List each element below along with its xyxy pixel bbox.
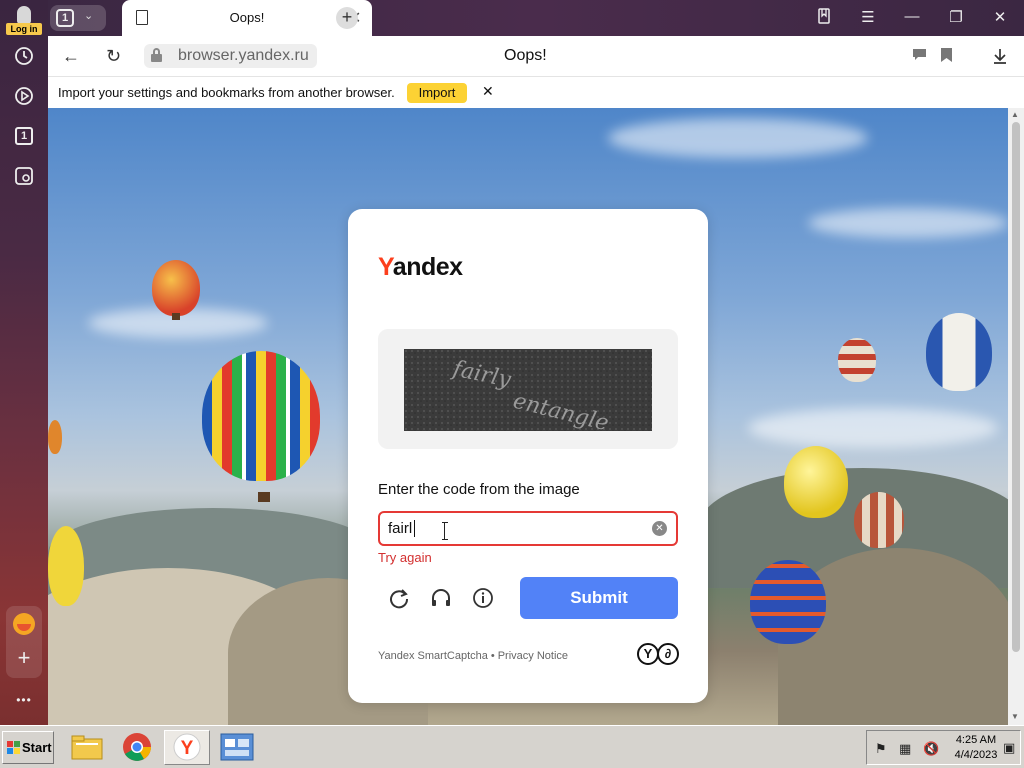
url-field[interactable]: browser.yandex.ru bbox=[144, 44, 317, 68]
chrome-icon[interactable] bbox=[114, 730, 160, 765]
taskbar: Start Y ⚑ ▦ 🔇 4:25 AM 4/4/2023 ▣ bbox=[0, 725, 1024, 768]
close-infobar-icon[interactable]: ✕ bbox=[482, 83, 494, 100]
refresh-captcha-icon[interactable] bbox=[388, 587, 412, 611]
page-scrollbar[interactable]: ▲ ▼ bbox=[1008, 108, 1024, 725]
captcha-prompt: Enter the code from the image bbox=[378, 481, 580, 498]
system-tray: ⚑ ▦ 🔇 4:25 AM 4/4/2023 ▣ bbox=[866, 730, 1021, 765]
windows-flag-icon bbox=[7, 741, 21, 755]
tab-title: Oops! bbox=[229, 10, 265, 25]
import-infobar: Import your settings and bookmarks from … bbox=[48, 76, 1024, 108]
scroll-up-icon[interactable]: ▲ bbox=[1011, 110, 1019, 119]
captcha-input-value: fairl bbox=[388, 520, 413, 537]
login-avatar[interactable]: Log in bbox=[6, 4, 42, 35]
bookmark-icon[interactable] bbox=[941, 48, 952, 65]
document-icon bbox=[136, 10, 148, 25]
clock-date: 4/4/2023 bbox=[954, 749, 998, 761]
smartcaptcha-label: Yandex SmartCaptcha bbox=[378, 650, 488, 662]
captcha-image-frame: fairly entangle bbox=[378, 329, 678, 449]
network-icon[interactable]: ▦ bbox=[899, 741, 911, 757]
captcha-image: fairly entangle bbox=[404, 349, 652, 431]
alice-icon[interactable] bbox=[12, 612, 36, 636]
browser-sidebar: Log in 1 + ••• bbox=[0, 0, 48, 725]
new-tab-button[interactable]: + bbox=[336, 7, 358, 29]
play-icon[interactable] bbox=[12, 84, 36, 108]
error-message: Try again bbox=[378, 550, 432, 565]
yandex-browser-taskbar-icon[interactable]: Y bbox=[164, 730, 210, 765]
download-icon[interactable] bbox=[992, 48, 1008, 67]
chevron-down-icon: ⌄ bbox=[84, 10, 94, 22]
history-icon[interactable] bbox=[12, 44, 36, 68]
address-bar: ← ↻ browser.yandex.ru Oops! bbox=[48, 36, 1024, 76]
flag-icon[interactable]: ⚑ bbox=[875, 741, 887, 757]
control-panel-icon[interactable] bbox=[214, 730, 260, 765]
info-icon[interactable] bbox=[472, 587, 496, 611]
audio-captcha-icon[interactable] bbox=[430, 587, 454, 611]
tab-count: 1 bbox=[56, 9, 74, 27]
bookmarks-collection-icon[interactable] bbox=[814, 8, 834, 28]
tab-counter-icon[interactable]: 1 bbox=[12, 124, 36, 148]
scroll-down-icon[interactable]: ▼ bbox=[1011, 712, 1019, 721]
import-message: Import your settings and bookmarks from … bbox=[58, 85, 395, 100]
privacy-notice-link[interactable]: Privacy Notice bbox=[498, 650, 568, 662]
lock-icon[interactable] bbox=[151, 48, 162, 62]
file-explorer-icon[interactable] bbox=[64, 730, 110, 765]
svg-text:Y: Y bbox=[181, 738, 194, 759]
add-icon[interactable]: + bbox=[12, 645, 36, 670]
tab-group-button[interactable]: 1 ⌄ bbox=[50, 5, 106, 31]
login-label: Log in bbox=[6, 23, 42, 35]
text-cursor-icon bbox=[442, 522, 448, 540]
volume-muted-icon[interactable]: 🔇 bbox=[923, 741, 939, 757]
page-title: Oops! bbox=[504, 47, 547, 64]
sidebar-widget-area: + bbox=[6, 606, 42, 678]
captcha-footer: Yandex SmartCaptcha • Privacy Notice bbox=[378, 650, 569, 662]
more-icon[interactable]: ••• bbox=[12, 688, 36, 712]
clock[interactable]: 4:25 AM 4/4/2023 bbox=[951, 733, 1001, 763]
show-desktop-icon[interactable]: ▣ bbox=[1003, 740, 1015, 756]
scroll-thumb[interactable] bbox=[1012, 122, 1020, 652]
smartcaptcha-mark-icon: ∂ bbox=[657, 643, 679, 665]
tab-strip: 1 ⌄ Oops! ✕ + ☰ — ❐ ✕ bbox=[48, 0, 1024, 36]
captcha-card: Yandex fairly entangle Enter the code fr… bbox=[348, 209, 708, 703]
import-button[interactable]: Import bbox=[407, 83, 467, 103]
menu-icon[interactable]: ☰ bbox=[858, 8, 878, 26]
back-icon[interactable]: ← bbox=[62, 46, 80, 67]
reload-icon[interactable]: ↻ bbox=[106, 46, 121, 67]
user-icon bbox=[17, 6, 31, 24]
restore-icon[interactable]: ❐ bbox=[946, 8, 966, 26]
minimize-icon[interactable]: — bbox=[902, 8, 922, 25]
close-window-icon[interactable]: ✕ bbox=[990, 8, 1010, 26]
yandex-mark-icon: Y bbox=[637, 643, 659, 665]
screenshot-icon[interactable] bbox=[12, 164, 36, 188]
start-button[interactable]: Start bbox=[2, 731, 54, 764]
yandex-logo: Yandex bbox=[378, 253, 463, 281]
text-caret bbox=[414, 520, 415, 537]
submit-button[interactable]: Submit bbox=[520, 577, 678, 619]
comment-icon[interactable] bbox=[912, 48, 927, 65]
clear-input-icon[interactable]: ✕ bbox=[652, 521, 667, 536]
captcha-input[interactable]: fairl ✕ bbox=[378, 511, 678, 546]
tab-count-label: 1 bbox=[15, 127, 33, 145]
url-text: browser.yandex.ru bbox=[178, 47, 309, 64]
tab-oops[interactable]: Oops! ✕ bbox=[122, 0, 372, 36]
clock-time: 4:25 AM bbox=[955, 734, 997, 746]
